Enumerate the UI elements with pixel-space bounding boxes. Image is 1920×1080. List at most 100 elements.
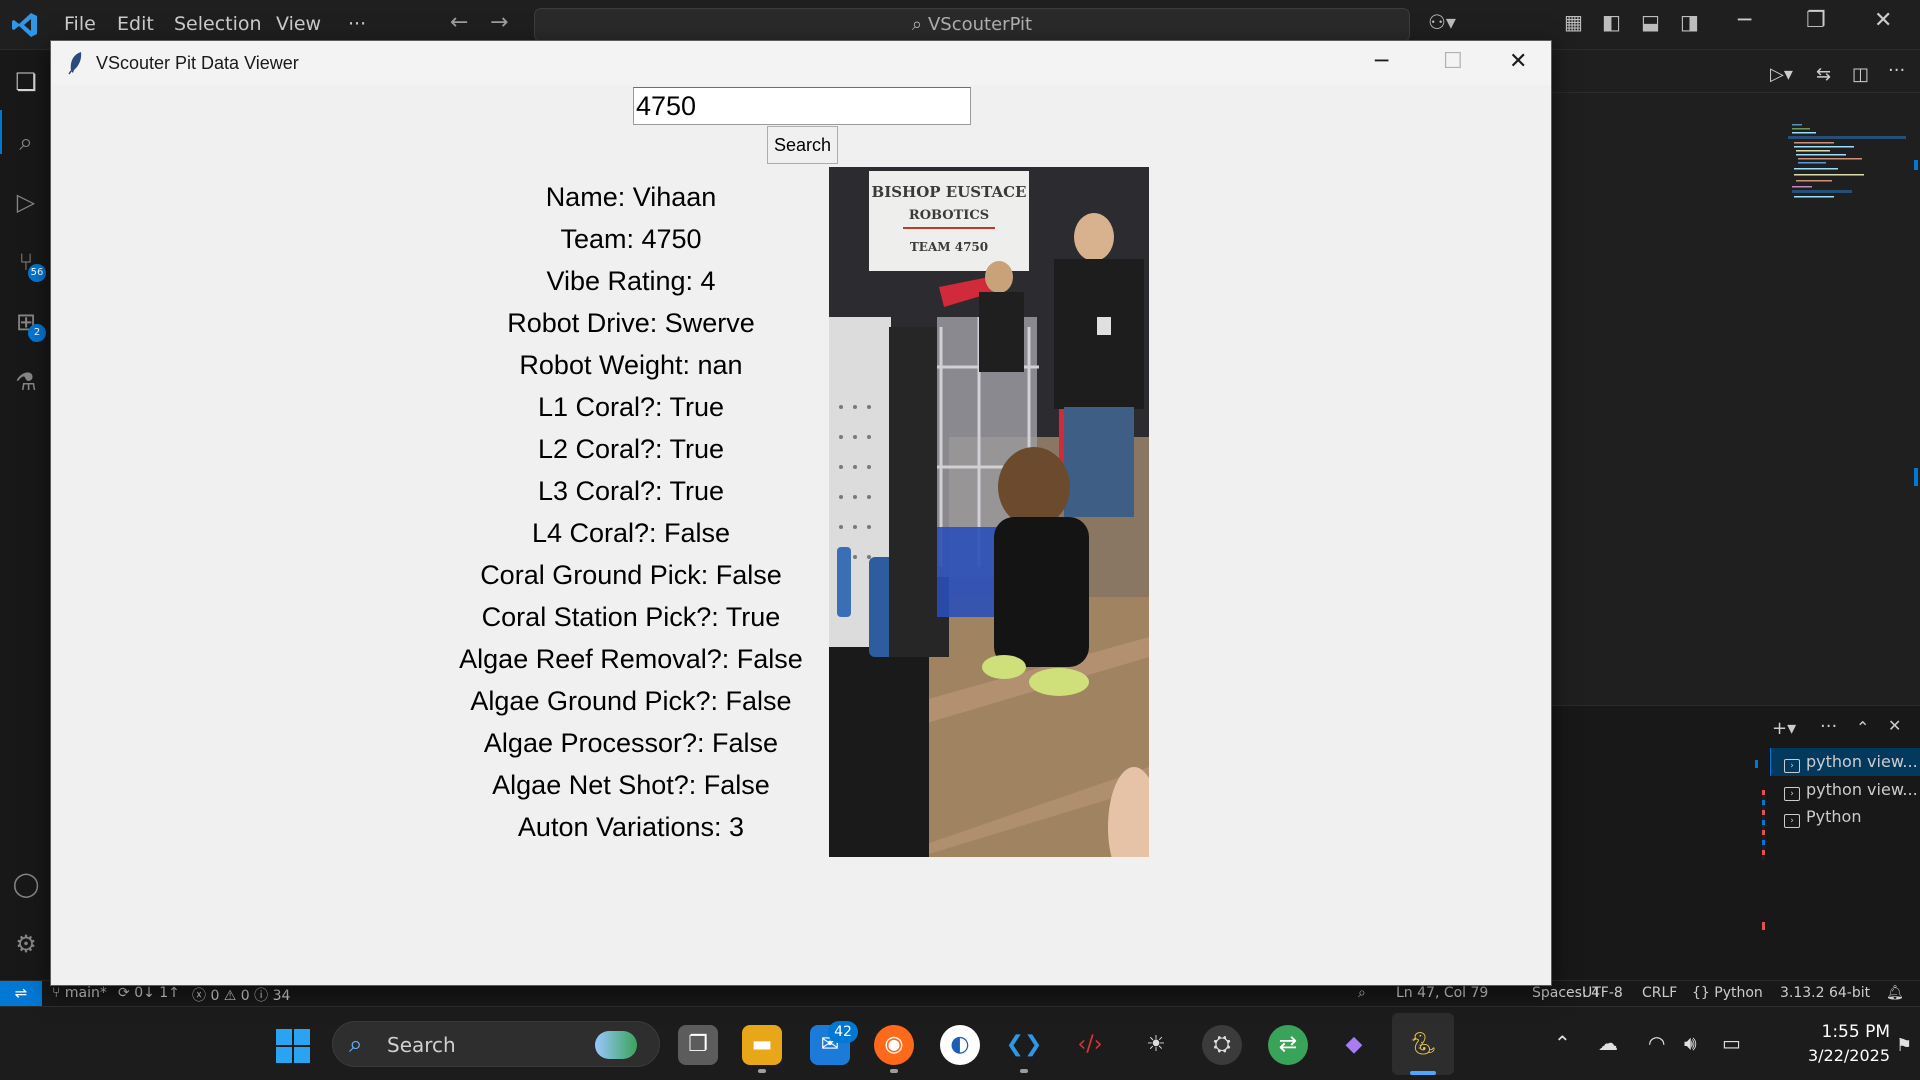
notifications-bell-icon[interactable]: 🔔︎ xyxy=(1886,985,1904,1001)
banner-line-3: TEAM 4750 xyxy=(910,240,988,254)
remote-indicator-icon[interactable]: ⇌ xyxy=(0,981,42,1007)
pit-data-fields: Name: Vihaan Team: 4750 Vibe Rating: 4 R… xyxy=(431,176,831,848)
branch-icon[interactable]: ⑂ main* xyxy=(52,985,107,1001)
menu-file[interactable]: File xyxy=(64,13,96,35)
zoom-icon[interactable]: ⌕ xyxy=(1358,985,1366,1001)
task-view-icon[interactable]: ❐ xyxy=(678,1025,718,1065)
running-indicator xyxy=(1020,1069,1028,1073)
search-icon: ⌕ xyxy=(349,1030,363,1058)
field-robot-drive: Robot Drive: Swerve xyxy=(507,308,755,338)
terminal-item[interactable]: › python view... xyxy=(1784,780,1918,801)
field-l4-coral: L4 Coral?: False xyxy=(531,518,731,548)
terminal-label: python view... xyxy=(1806,780,1918,799)
terminal-scroll-markers xyxy=(1762,790,1765,860)
more-actions-icon[interactable]: ··· xyxy=(1888,60,1905,81)
python-interpreter[interactable]: 3.13.2 64-bit xyxy=(1780,985,1870,1001)
restore-icon[interactable]: ❐ xyxy=(1806,8,1826,33)
maximize-panel-icon[interactable]: ⌃ xyxy=(1856,718,1869,737)
app-titlebar: VScouter Pit Data Viewer ─ ☐ ✕ xyxy=(51,41,1551,85)
field-auton-variations: Auton Variations: 3 xyxy=(517,812,745,842)
battery-icon[interactable]: ▭ xyxy=(1722,1031,1741,1055)
terminal-item[interactable]: › Python xyxy=(1784,807,1861,828)
line-ending[interactable]: CRLF xyxy=(1642,985,1677,1001)
signal-icon[interactable]: ◐ xyxy=(940,1025,980,1065)
field-robot-weight: Robot Weight: nan xyxy=(519,350,743,380)
taskbar: ⌕ Search ❐ ▬ ✉ 42 ◉ ◐ ❮❯ ‹/› ☀ ⛭ ⇄ ◆ 🐍︎ … xyxy=(0,1006,1920,1080)
toggle-panel-icon[interactable]: ⬓ xyxy=(1641,10,1660,34)
terminal-marker xyxy=(1755,760,1758,768)
devtools-icon[interactable]: ‹/› xyxy=(1070,1025,1110,1065)
app-close-icon[interactable]: ✕ xyxy=(1509,49,1527,74)
field-team: Team: 4750 xyxy=(560,224,702,254)
menu-edit[interactable]: Edit xyxy=(117,13,154,35)
run-python-icon[interactable]: ▷▾ xyxy=(1770,64,1793,85)
firefox-icon[interactable]: ◉ xyxy=(874,1025,914,1065)
menu-view[interactable]: View xyxy=(276,13,321,35)
toggle-secondary-sidebar-icon[interactable]: ◨ xyxy=(1680,10,1699,34)
volume-icon[interactable]: 🔊︎ xyxy=(1684,1031,1697,1055)
cursor-position[interactable]: Ln 47, Col 79 xyxy=(1396,985,1488,1001)
wifi-icon[interactable]: ◠ xyxy=(1648,1031,1665,1055)
testing-icon[interactable]: ⚗ xyxy=(12,368,40,396)
field-vibe-rating: Vibe Rating: 4 xyxy=(546,266,716,296)
python-app-icon[interactable]: 🐍︎ xyxy=(1403,1025,1443,1065)
active-indicator xyxy=(1410,1071,1436,1075)
minimize-icon[interactable]: ─ xyxy=(1738,8,1751,33)
explorer-icon[interactable]: ❏ xyxy=(12,68,40,96)
customize-layout-icon[interactable]: ▦ xyxy=(1564,10,1583,34)
field-algae-reef-removal: Algae Reef Removal?: False xyxy=(459,644,803,674)
sync-label: 0↓ 1↑ xyxy=(134,985,180,1001)
close-icon[interactable]: ✕ xyxy=(1874,8,1892,33)
run-debug-icon[interactable]: ▷ xyxy=(12,188,40,216)
copilot-icon[interactable]: ⚇▾ xyxy=(1428,10,1456,34)
encoding[interactable]: UTF-8 xyxy=(1582,985,1623,1001)
terminal-item[interactable]: › python view... xyxy=(1784,752,1918,773)
file-explorer-icon[interactable]: ▬ xyxy=(742,1025,782,1065)
terminal-icon: › xyxy=(1784,814,1800,828)
notifications-icon[interactable]: ⚑ xyxy=(1896,1035,1912,1056)
search-icon[interactable]: ⌕ xyxy=(12,128,40,156)
onedrive-icon[interactable]: ☁ xyxy=(1598,1031,1618,1055)
scrollbar-marker xyxy=(1914,468,1918,486)
show-hidden-icons-icon[interactable]: ⌃ xyxy=(1554,1031,1571,1055)
search-button[interactable]: Search xyxy=(767,126,838,164)
menu-selection[interactable]: Selection xyxy=(174,13,262,35)
running-indicator xyxy=(758,1069,766,1073)
running-indicator xyxy=(890,1069,898,1073)
brightness-icon[interactable]: ☀ xyxy=(1136,1025,1176,1065)
field-algae-net-shot: Algae Net Shot?: False xyxy=(492,770,770,800)
command-center-label: VScouterPit xyxy=(927,14,1033,35)
back-arrow-icon[interactable]: ← xyxy=(450,10,468,35)
split-editor-icon[interactable]: ◫ xyxy=(1852,64,1869,85)
system-clock[interactable]: 1:55 PM 3/22/2025 xyxy=(1770,1021,1890,1067)
toggle-sidebar-icon[interactable]: ◧ xyxy=(1602,10,1621,34)
vscode-taskbar-icon[interactable]: ❮❯ xyxy=(1004,1025,1044,1065)
vscode-logo-icon xyxy=(12,13,37,37)
search-icon: ⌕ xyxy=(911,14,922,35)
forward-arrow-icon[interactable]: → xyxy=(490,10,508,35)
team-search-input[interactable] xyxy=(633,87,971,125)
close-panel-icon[interactable]: ✕ xyxy=(1888,716,1901,735)
accounts-icon[interactable]: ◯ xyxy=(12,870,40,898)
terminal-icon: › xyxy=(1784,787,1800,801)
taskbar-search[interactable]: ⌕ Search xyxy=(332,1021,660,1067)
compare-icon[interactable]: ⇆ xyxy=(1816,64,1831,85)
minimap[interactable] xyxy=(1788,122,1908,222)
app-minimize-icon[interactable]: ─ xyxy=(1375,49,1388,74)
command-center[interactable]: ⌕ VScouterPit xyxy=(534,8,1410,42)
settings-gear-icon[interactable]: ⚙ xyxy=(12,930,40,958)
problems-status[interactable]: ⓧ 0 ⚠ 0 ⓘ 34 xyxy=(192,985,290,1005)
clock-date: 3/22/2025 xyxy=(1807,1046,1890,1065)
active-indicator xyxy=(0,110,2,154)
vpn-icon[interactable]: ⛭ xyxy=(1202,1025,1242,1065)
new-terminal-icon[interactable]: +▾ xyxy=(1772,718,1796,739)
sync-app-icon[interactable]: ⇄ xyxy=(1268,1025,1308,1065)
sync-status[interactable]: ⟳ 0↓ 1↑ xyxy=(118,985,180,1001)
terminal-label: python view... xyxy=(1806,752,1918,771)
obsidian-icon[interactable]: ◆ xyxy=(1334,1025,1374,1065)
windows-start-icon[interactable] xyxy=(276,1029,310,1063)
source-control-badge: 56 xyxy=(28,264,46,282)
terminal-more-icon[interactable]: ··· xyxy=(1820,716,1837,737)
menu-more[interactable]: ··· xyxy=(348,13,366,35)
language-mode[interactable]: {} Python xyxy=(1692,985,1763,1001)
